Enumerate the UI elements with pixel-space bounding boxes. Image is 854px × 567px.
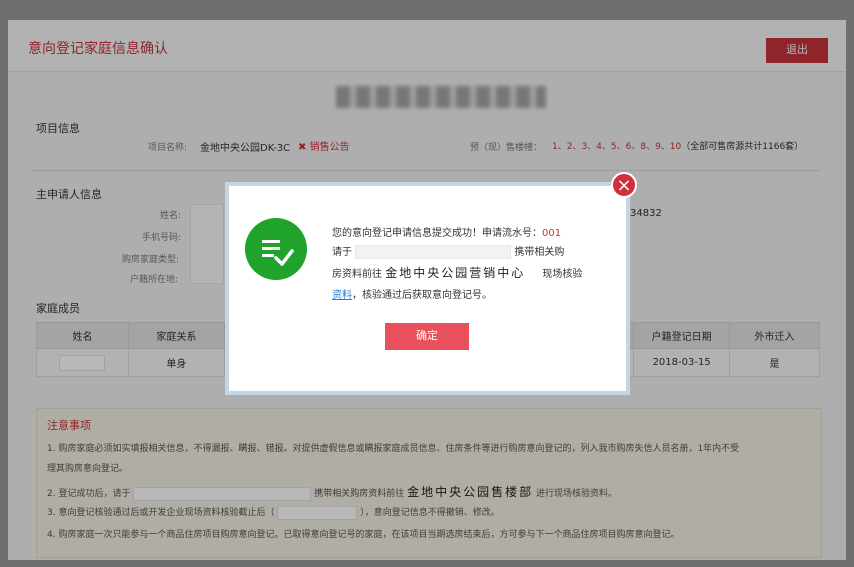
document-check-icon — [245, 218, 307, 280]
dialog-close-button[interactable]: × — [611, 172, 637, 198]
serial-number: 001 — [542, 228, 562, 239]
close-icon: × — [616, 175, 632, 196]
materials-link[interactable]: 资料 — [332, 290, 352, 301]
dialog-line-1: 您的意向登记申请信息提交成功！申请流水号：001 — [332, 228, 562, 239]
dialog-line-4: 资料，核验通过后获取意向登记号。 — [332, 290, 492, 301]
dialog-line-2: 请于 携带相关购 — [332, 245, 565, 259]
redacted-date — [355, 245, 512, 259]
confirm-button[interactable]: 确定 — [385, 323, 469, 350]
dialog-line-3: 房资料前往 金地中央公园营销中心 现场核验 — [332, 266, 583, 280]
